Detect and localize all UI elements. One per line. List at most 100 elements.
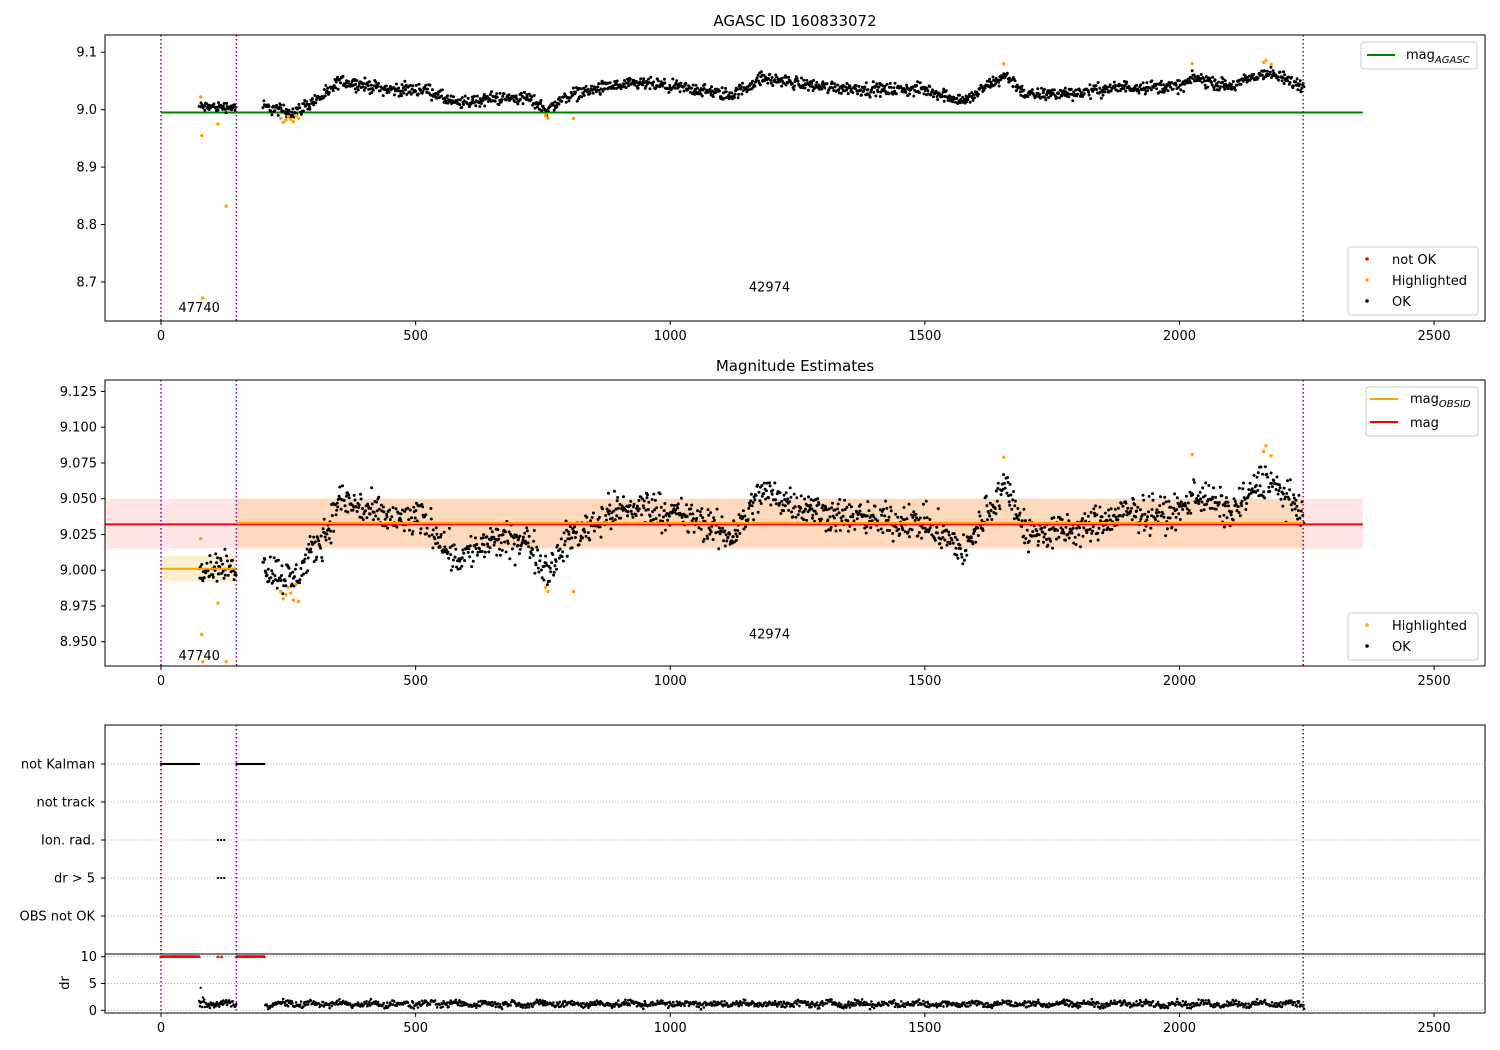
ok-point (640, 513, 644, 517)
ok-point (478, 547, 481, 551)
ok-point (962, 558, 966, 562)
ok-point (1298, 82, 1302, 86)
ok-point (1241, 487, 1245, 491)
ok-point (936, 531, 940, 535)
ok-point (351, 508, 355, 512)
ok-point (1252, 72, 1256, 76)
ok-point (410, 532, 414, 536)
ok-point (202, 576, 206, 580)
ok-point (394, 507, 398, 511)
ok-point (1067, 95, 1071, 99)
ok-point (447, 556, 451, 560)
dr-point (699, 1007, 703, 1011)
ok-point (1261, 472, 1265, 476)
ok-point (571, 86, 575, 90)
ok-point (599, 535, 603, 539)
ok-point (1278, 70, 1282, 74)
ok-point (502, 92, 506, 96)
ok-point (1283, 495, 1287, 499)
ok-point (990, 518, 994, 521)
ok-point (1265, 472, 1269, 476)
ok-point (1107, 514, 1111, 518)
ok-point (500, 548, 504, 552)
ok-point (273, 109, 277, 113)
ok-point (736, 87, 739, 91)
ok-point (1282, 70, 1285, 74)
ok-point (629, 509, 633, 513)
ok-point (521, 102, 525, 106)
ok-point (774, 498, 778, 502)
ok-point (412, 505, 416, 509)
highlighted-point (279, 116, 283, 121)
ok-point (709, 511, 713, 515)
ok-point (1005, 491, 1009, 495)
dr-point (376, 1000, 380, 1004)
dr-point (225, 1003, 229, 1007)
ok-point (989, 509, 993, 512)
ok-point (1171, 87, 1175, 91)
ok-point (1150, 79, 1154, 83)
dr-point (624, 998, 627, 1001)
ok-point (483, 550, 487, 554)
ok-point (481, 536, 485, 540)
ok-point (367, 80, 371, 84)
dr-point (1181, 999, 1185, 1003)
ok-point (1131, 497, 1135, 501)
ok-point (692, 530, 696, 534)
ok-point (519, 91, 523, 95)
ok-point (1098, 505, 1102, 509)
ok-point (1268, 70, 1272, 74)
ok-point (265, 573, 269, 577)
ok-point (280, 574, 283, 577)
ok-point (600, 507, 604, 511)
ok-point (1071, 526, 1075, 530)
ok-point (1295, 77, 1299, 81)
ok-point (598, 92, 602, 96)
ok-point (598, 525, 602, 529)
ok-point (1041, 530, 1045, 534)
ok-point (1288, 488, 1292, 492)
ok-point (267, 579, 271, 583)
ok-point (783, 504, 787, 508)
dr-point (1175, 997, 1179, 1001)
ok-point (1051, 546, 1055, 550)
ok-point (1171, 512, 1175, 516)
ok-point (613, 518, 617, 522)
ok-point (312, 535, 316, 539)
ok-point (1035, 94, 1038, 98)
x-tick-label: 1000 (654, 674, 687, 689)
ok-point (1222, 513, 1226, 517)
dr-point (445, 1003, 448, 1007)
ok-point (974, 540, 978, 544)
ok-point (820, 517, 823, 521)
ok-point (466, 550, 470, 554)
ok-point (680, 515, 684, 519)
ok-point (726, 535, 730, 539)
dr-point (428, 1003, 432, 1006)
dr-point (306, 1003, 310, 1006)
ok-point (377, 495, 381, 499)
ok-point (976, 534, 980, 537)
dr-point (321, 1001, 325, 1004)
ok-point (634, 514, 638, 517)
ok-point (771, 84, 775, 87)
category-label: not Kalman (21, 758, 95, 773)
dr-point (1139, 1000, 1143, 1004)
ok-point (804, 507, 807, 511)
ok-point (1105, 519, 1109, 522)
dr-point (643, 999, 646, 1003)
ok-point (363, 76, 367, 80)
highlighted-point (216, 601, 220, 605)
panel-dr: 0 500 1000 1500 2000 2500 0510 dr (58, 725, 1486, 1036)
ok-point (1060, 518, 1064, 521)
ok-point (479, 102, 483, 105)
ok-point (918, 91, 921, 95)
ok-point (603, 87, 607, 91)
highlighted-point (281, 120, 285, 125)
panel-magnitude-estimates: Magnitude Estimates 0 500 1000 1500 2000 2500… (60, 357, 1486, 689)
ok-point (308, 535, 312, 538)
ok-point (1064, 525, 1068, 529)
ok-point (880, 513, 884, 517)
legend-label: Highlighted (1392, 274, 1467, 289)
ok-point (299, 567, 303, 570)
